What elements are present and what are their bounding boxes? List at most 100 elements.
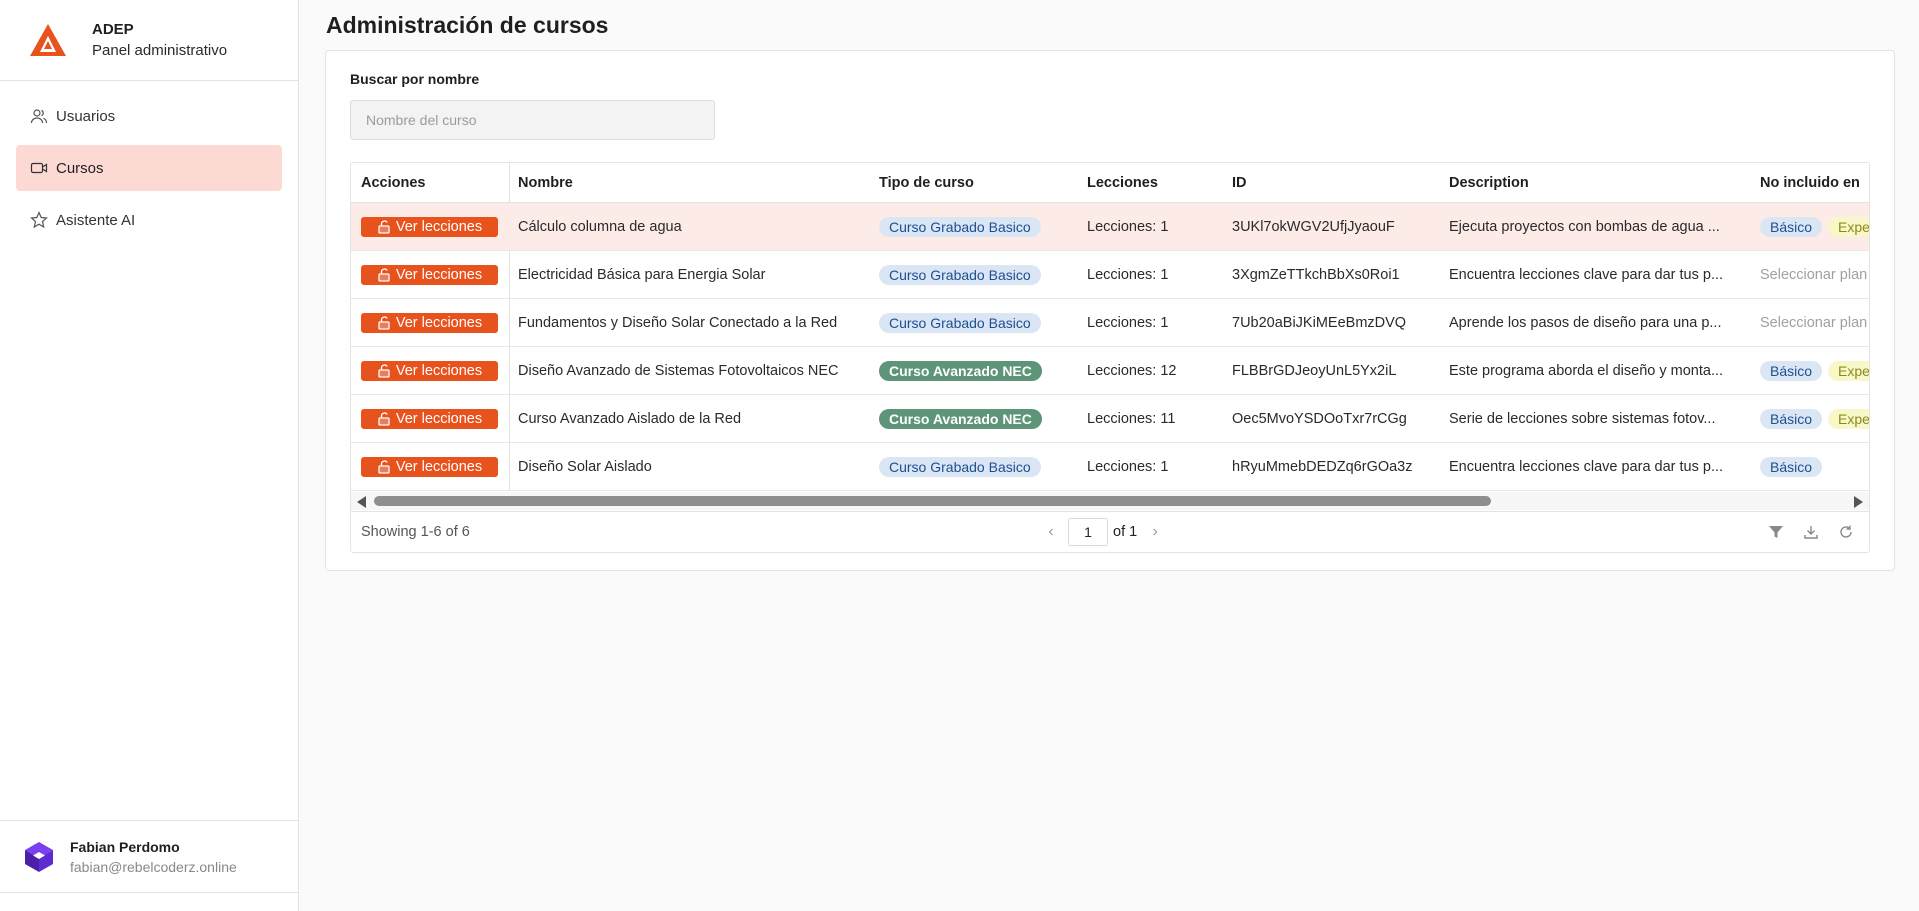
video-icon (30, 162, 48, 174)
courses-card: Buscar por nombre Acciones Nombre Tipo d… (325, 50, 1895, 571)
plan-badge[interactable]: Expe (1828, 360, 1869, 381)
plan-badge[interactable]: Básico (1760, 216, 1823, 237)
course-type-badge: Curso Grabado Basico (879, 456, 1041, 477)
lessons-count: Lecciones: 1 (1087, 458, 1169, 475)
sidebar-nav: Usuarios Cursos Asistente AI (0, 81, 298, 243)
download-icon[interactable] (1802, 523, 1820, 541)
column-header-description[interactable]: Description (1449, 163, 1744, 202)
course-id: 3XgmZeTTkchBbXs0Roi1 (1232, 266, 1400, 283)
column-header-lecciones[interactable]: Lecciones (1087, 163, 1227, 202)
lessons-count: Lecciones: 1 (1087, 266, 1169, 283)
brand-subtitle: Panel administrativo (92, 42, 228, 59)
chevron-right-icon[interactable]: › (1145, 518, 1165, 546)
horizontal-scrollbar[interactable] (351, 492, 1869, 510)
column-header-nombre[interactable]: Nombre (518, 163, 868, 202)
avatar (22, 840, 56, 874)
unlock-icon (377, 267, 396, 282)
user-name: Fabian Perdomo (70, 838, 180, 855)
button-label: Ver lecciones (395, 218, 483, 235)
course-name: Electricidad Básica para Energia Solar (518, 266, 766, 283)
button-label: Ver lecciones (395, 362, 483, 379)
ver-lecciones-button[interactable]: Ver lecciones (361, 456, 498, 477)
sidebar-item-usuarios[interactable]: Usuarios (16, 93, 282, 139)
page-total: of 1 (1113, 524, 1138, 540)
button-label: Ver lecciones (395, 458, 483, 475)
plan-badge[interactable]: Básico (1760, 360, 1823, 381)
excluded-plans[interactable]: Básico Expe (1760, 347, 1869, 394)
plan-badge[interactable]: Básico (1760, 456, 1823, 477)
course-id: hRyuMmebDEDZq6rGOa3z (1232, 458, 1413, 475)
excluded-plans[interactable]: Seleccionar plan (1760, 251, 1869, 298)
course-id: Oec5MvoYSDOoTxr7rCGg (1232, 410, 1407, 427)
table-row[interactable]: Ver lecciones Cálculo columna de agua Curs… (351, 203, 1869, 251)
course-type-badge: Curso Grabado Basico (879, 264, 1041, 285)
scroll-right-icon[interactable] (1854, 496, 1863, 508)
plan-badge[interactable]: Expe (1828, 408, 1869, 429)
courses-table: Acciones Nombre Tipo de curso Lecciones … (350, 162, 1870, 553)
sidebar-item-label: Asistente AI (56, 211, 136, 229)
course-description: Encuentra lecciones clave para dar tus p… (1449, 458, 1724, 475)
course-name: Diseño Solar Aislado (518, 458, 652, 475)
lessons-count: Lecciones: 12 (1087, 362, 1177, 379)
unlock-icon (377, 459, 396, 474)
excluded-plans[interactable]: Básico Expe (1760, 395, 1869, 442)
excluded-plans[interactable]: Seleccionar plan (1760, 299, 1869, 346)
column-header-id[interactable]: ID (1232, 163, 1442, 202)
brand-name: ADEP (92, 21, 134, 38)
course-name: Cálculo columna de agua (518, 218, 682, 235)
button-label: Ver lecciones (395, 410, 483, 427)
ver-lecciones-button[interactable]: Ver lecciones (361, 264, 498, 285)
course-name: Curso Avanzado Aislado de la Red (518, 410, 742, 427)
table-footer: Showing 1-6 of 6 ‹ of 1 › (351, 511, 1869, 552)
table-row[interactable]: Ver lecciones Curso Avanzado Aislado de l… (351, 395, 1869, 443)
column-header-no-incluido[interactable]: No incluido en (1760, 163, 1869, 202)
table-row[interactable]: Ver lecciones Diseño Avanzado de Sistemas… (351, 347, 1869, 395)
filter-icon[interactable] (1767, 523, 1785, 541)
course-id: FLBBrGDJeoyUnL5Yx2iL (1232, 362, 1397, 379)
button-label: Ver lecciones (395, 266, 483, 283)
course-type-badge: Curso Grabado Basico (879, 312, 1041, 333)
course-description: Este programa aborda el diseño y monta..… (1449, 362, 1724, 379)
course-description: Aprende los pasos de diseño para una p..… (1449, 314, 1722, 331)
refresh-icon[interactable] (1837, 523, 1855, 541)
course-name: Fundamentos y Diseño Solar Conectado a l… (518, 314, 838, 331)
chevron-left-icon[interactable]: ‹ (1041, 518, 1061, 546)
brand-header: ADEP Panel administrativo (0, 0, 298, 81)
user-profile[interactable]: Fabian Perdomo fabian@rebelcoderz.online (0, 820, 298, 893)
plan-badge[interactable]: Básico (1760, 408, 1823, 429)
search-label: Buscar por nombre (350, 71, 480, 87)
unlock-icon (377, 411, 396, 426)
search-input[interactable] (350, 100, 715, 140)
scrollbar-thumb[interactable] (374, 496, 1491, 506)
excluded-plans[interactable]: Básico (1760, 443, 1869, 490)
unlock-icon (377, 219, 396, 234)
course-description: Encuentra lecciones clave para dar tus p… (1449, 266, 1724, 283)
plan-select-placeholder[interactable]: Seleccionar plan (1760, 267, 1867, 283)
ver-lecciones-button[interactable]: Ver lecciones (361, 360, 498, 381)
ver-lecciones-button[interactable]: Ver lecciones (361, 312, 498, 333)
course-type-badge: Curso Grabado Basico (879, 216, 1041, 237)
table-row[interactable]: Ver lecciones Electricidad Básica para En… (351, 251, 1869, 299)
table-row[interactable]: Ver lecciones Fundamentos y Diseño Solar … (351, 299, 1869, 347)
plan-select-placeholder[interactable]: Seleccionar plan (1760, 315, 1867, 331)
excluded-plans[interactable]: Básico Expe (1760, 203, 1869, 250)
star-icon (30, 211, 48, 229)
sidebar-item-asistente-ai[interactable]: Asistente AI (16, 197, 282, 243)
column-header-acciones[interactable]: Acciones (361, 163, 501, 202)
scroll-left-icon[interactable] (357, 496, 366, 508)
sidebar: ADEP Panel administrativo Usuarios Curso… (0, 0, 299, 911)
course-type-badge: Curso Avanzado NEC (879, 408, 1042, 429)
course-name: Diseño Avanzado de Sistemas Fotovoltaico… (518, 362, 839, 379)
page-number-input[interactable] (1068, 518, 1108, 546)
lessons-count: Lecciones: 11 (1087, 410, 1176, 427)
ver-lecciones-button[interactable]: Ver lecciones (361, 216, 498, 237)
unlock-icon (377, 315, 396, 330)
sidebar-item-cursos[interactable]: Cursos (16, 145, 282, 191)
adep-logo-icon (28, 22, 68, 58)
column-header-tipo[interactable]: Tipo de curso (879, 163, 1079, 202)
course-description: Serie de lecciones sobre sistemas fotov.… (1449, 410, 1716, 427)
plan-badge[interactable]: Expe (1828, 216, 1869, 237)
user-email: fabian@rebelcoderz.online (70, 858, 237, 875)
ver-lecciones-button[interactable]: Ver lecciones (361, 408, 498, 429)
table-row[interactable]: Ver lecciones Diseño Solar Aislado Curso G… (351, 443, 1869, 491)
